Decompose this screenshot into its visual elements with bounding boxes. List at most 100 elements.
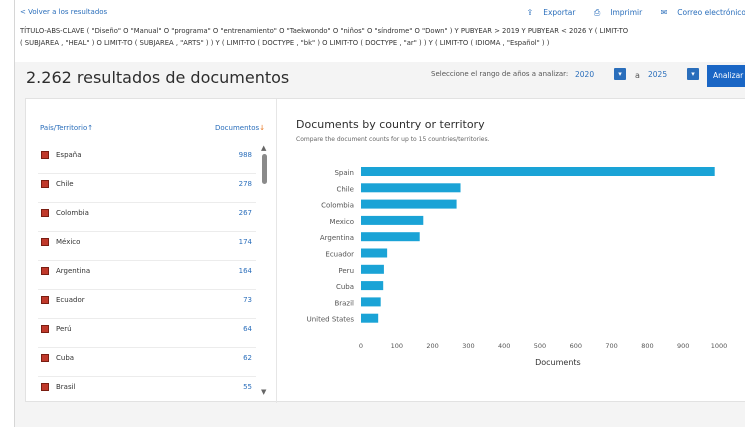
document-count-link[interactable]: 267 — [239, 209, 252, 217]
row-checkbox[interactable] — [41, 267, 49, 275]
email-icon: ✉ — [660, 8, 668, 17]
documents-column-label: Documentos — [215, 124, 260, 132]
bar[interactable] — [361, 183, 461, 193]
category-label: Argentina — [320, 234, 354, 242]
row-checkbox[interactable] — [41, 325, 49, 333]
document-count-link[interactable]: 73 — [243, 296, 252, 304]
country-column-label: País/Territorio — [40, 124, 88, 132]
category-label: Colombia — [321, 202, 354, 210]
country-column-header[interactable]: País/Territorio↑ — [40, 124, 93, 132]
window-frame: < Volver a los resultados ⇪ Exportar ⎙ Imp… — [14, 0, 745, 427]
x-tick-label: 200 — [426, 342, 438, 350]
print-label: Imprimir — [610, 8, 643, 17]
table-row[interactable]: Argentina 164 — [38, 260, 256, 290]
country-name: Perú — [56, 325, 72, 333]
country-name: Colombia — [56, 209, 89, 217]
table-row[interactable]: Ecuador 73 — [38, 289, 256, 319]
year-from-dropdown-icon[interactable]: ▾ — [614, 68, 626, 80]
bar[interactable] — [361, 199, 457, 209]
analyze-button[interactable]: Analizar — [707, 65, 745, 87]
country-bar-chart: Spain Chile Colombia Mexico Argentina Ecuador… — [307, 167, 728, 367]
action-links: ⇪ Exportar ⎙ Imprimir ✉ Correo electrónico — [511, 8, 745, 18]
table-row[interactable]: Colombia 267 — [38, 202, 256, 232]
year-from-select[interactable]: 2020 — [575, 70, 594, 79]
search-query: TÍTULO-ABS-CLAVE ( "Diseño" O "Manual" O… — [20, 25, 745, 49]
x-tick-label: 500 — [534, 342, 546, 350]
x-tick-label: 100 — [391, 342, 403, 350]
country-name: Ecuador — [56, 296, 85, 304]
documents-column-header[interactable]: Documentos↓ — [215, 124, 265, 132]
category-label: United States — [307, 316, 355, 324]
back-to-results-link[interactable]: < Volver a los resultados — [20, 8, 107, 16]
sort-asc-icon: ↑ — [87, 124, 94, 132]
bar[interactable] — [361, 281, 384, 291]
results-title: 2.262 resultados de documentos — [26, 68, 290, 87]
country-list: España 988 Chile 278 Colombia 267 México 174 Arg… — [38, 144, 270, 396]
table-row[interactable]: España 988 — [38, 144, 256, 174]
country-name: Cuba — [56, 354, 75, 362]
year-to-dropdown-icon[interactable]: ▾ — [687, 68, 699, 80]
bar[interactable] — [361, 297, 381, 307]
email-link[interactable]: ✉ Correo electrónico — [653, 8, 745, 17]
row-checkbox[interactable] — [41, 209, 49, 217]
year-range-separator: a — [635, 71, 640, 80]
export-label: Exportar — [543, 8, 576, 17]
sort-desc-icon: ↓ — [259, 124, 266, 132]
x-tick-label: 1000 — [711, 342, 728, 350]
scroll-down-icon[interactable]: ▼ — [261, 388, 266, 396]
bar[interactable] — [361, 313, 379, 323]
document-count-link[interactable]: 64 — [243, 325, 252, 333]
document-count-link[interactable]: 278 — [239, 180, 252, 188]
row-checkbox[interactable] — [41, 383, 49, 391]
table-row[interactable]: Chile 278 — [38, 173, 256, 203]
export-link[interactable]: ⇪ Exportar — [519, 8, 576, 17]
row-checkbox[interactable] — [41, 180, 49, 188]
x-tick-label: 900 — [677, 342, 689, 350]
x-tick-label: 400 — [498, 342, 510, 350]
export-icon: ⇪ — [526, 8, 534, 17]
bar[interactable] — [361, 264, 384, 274]
search-query-line-1: TÍTULO-ABS-CLAVE ( "Diseño" O "Manual" O… — [20, 27, 629, 35]
top-bar: < Volver a los resultados ⇪ Exportar ⎙ Imp… — [15, 0, 745, 63]
country-name: México — [56, 238, 81, 246]
table-row[interactable]: México 174 — [38, 231, 256, 261]
country-table: País/Territorio↑ Documentos↓ España 988 Ch… — [26, 99, 277, 403]
print-link[interactable]: ⎙ Imprimir — [586, 8, 642, 17]
analysis-panel: País/Territorio↑ Documentos↓ España 988 Ch… — [25, 98, 745, 403]
x-tick-label: 0 — [359, 342, 363, 350]
print-icon: ⎙ — [593, 8, 601, 17]
scroll-up-icon[interactable]: ▲ — [261, 144, 266, 152]
row-checkbox[interactable] — [41, 238, 49, 246]
bar[interactable] — [361, 248, 388, 258]
document-count-link[interactable]: 55 — [243, 383, 252, 391]
bar[interactable] — [361, 232, 420, 242]
x-tick-label: 600 — [570, 342, 582, 350]
results-header: 2.262 resultados de documentos Seleccion… — [15, 62, 745, 96]
category-label: Chile — [336, 185, 354, 193]
category-label: Mexico — [330, 218, 354, 226]
bar[interactable] — [361, 167, 715, 176]
document-count-link[interactable]: 164 — [239, 267, 252, 275]
country-name: Brasil — [56, 383, 76, 391]
row-checkbox[interactable] — [41, 151, 49, 159]
scrollbar-thumb[interactable] — [262, 154, 267, 184]
document-count-link[interactable]: 62 — [243, 354, 252, 362]
row-checkbox[interactable] — [41, 296, 49, 304]
year-range-label: Seleccione el rango de años a analizar: — [431, 70, 569, 78]
table-row[interactable]: Brasil 55 — [38, 376, 256, 396]
bar[interactable] — [361, 215, 424, 225]
list-scrollbar[interactable]: ▲ ▼ — [260, 144, 270, 402]
search-query-line-2: ( SUBJAREA , "HEAL" ) O LIMIT-TO ( SUBJA… — [20, 39, 550, 47]
country-name: España — [56, 151, 82, 159]
document-count-link[interactable]: 988 — [239, 151, 252, 159]
row-checkbox[interactable] — [41, 354, 49, 362]
table-row[interactable]: Cuba 62 — [38, 347, 256, 377]
category-label: Peru — [338, 267, 354, 275]
category-label: Brazil — [334, 299, 354, 307]
email-label: Correo electrónico — [677, 8, 745, 17]
category-label: Cuba — [336, 283, 354, 291]
category-label: Spain — [334, 169, 354, 177]
table-row[interactable]: Perú 64 — [38, 318, 256, 348]
document-count-link[interactable]: 174 — [239, 238, 252, 246]
year-to-select[interactable]: 2025 — [648, 70, 667, 79]
